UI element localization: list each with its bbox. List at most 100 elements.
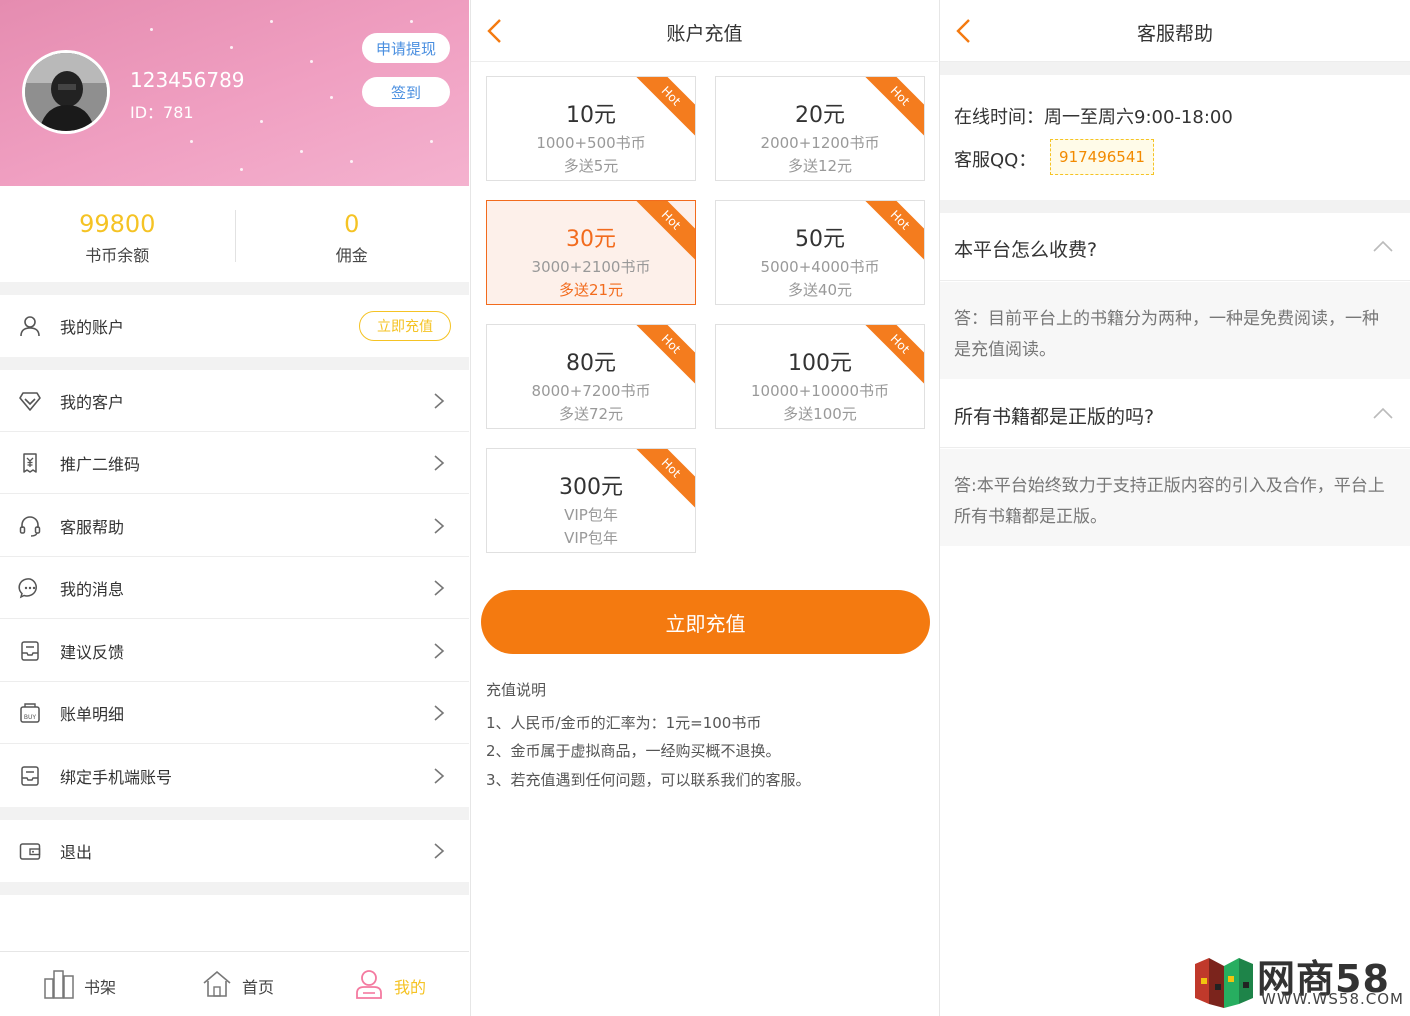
note-line: 1、人民币/金币的汇率为：1元=100书币	[486, 714, 762, 732]
withdraw-button[interactable]: 申请提现	[362, 33, 450, 63]
my-account-row[interactable]: 我的账户 立即充值	[0, 295, 469, 357]
balance-label: 书币余额	[85, 246, 150, 265]
recharge-card[interactable]: Hot 10元 1000+500书币 多送5元	[486, 76, 696, 181]
stat-divider	[235, 210, 236, 262]
user-outline-icon	[20, 316, 40, 337]
chevron-right-icon	[434, 454, 445, 471]
my-account-label: 我的账户	[60, 318, 125, 337]
home-icon	[203, 970, 231, 997]
card-coins: 10000+10000书币	[750, 382, 889, 400]
chevron-right-icon	[434, 843, 445, 859]
buy-receipt-icon: BUY	[20, 702, 40, 723]
online-time: 在线时间：周一至周六9:00-18:00	[954, 107, 1233, 128]
chevron-right-icon	[434, 642, 445, 659]
card-bonus: 多送12元	[787, 157, 853, 175]
notes-title: 充值说明	[486, 681, 547, 699]
avatar[interactable]	[22, 50, 110, 134]
menu-item-promo-qrcode[interactable]: 推广二维码	[0, 432, 469, 494]
chevron-right-icon	[434, 704, 445, 721]
menu-item-customer-service[interactable]: 客服帮助	[0, 495, 469, 557]
tab-label: 书架	[84, 978, 117, 997]
chevron-right-icon	[434, 517, 445, 534]
commission-stat[interactable]: 0 佣金	[235, 186, 470, 282]
recharge-submit-button[interactable]: 立即充值	[481, 590, 930, 654]
menu-item-bind-phone[interactable]: 绑定手机端账号	[0, 745, 469, 807]
bookshelf-icon	[44, 970, 74, 999]
faq-answer: 答:本平台始终致力于支持正版内容的引入及合作，平台上所有书籍都是正版。	[940, 449, 1410, 546]
faq-answer: 答：目前平台上的书籍分为两种，一种是免费阅读，一种是充值阅读。	[940, 282, 1410, 379]
chat-bubble-icon	[18, 577, 37, 598]
ws58-logo-mark	[1195, 958, 1253, 1008]
menu-item-my-messages[interactable]: 我的消息	[0, 557, 469, 619]
headset-icon	[19, 515, 41, 537]
ws58-logo: 网商58 WWW.WS58.COM	[1195, 950, 1403, 1010]
card-bonus: VIP包年	[564, 529, 618, 547]
menu-item-label: 账单明细	[60, 704, 125, 724]
faq-question[interactable]: 所有书籍都是正版的吗?	[940, 380, 1410, 448]
menu-item-my-customers[interactable]: 我的客户	[0, 370, 469, 432]
inbox-icon	[21, 640, 39, 661]
tab-home[interactable]: 首页	[156, 952, 312, 1016]
separator	[0, 882, 469, 895]
diamond-icon	[19, 391, 41, 411]
recharge-now-pill[interactable]: 立即充值	[359, 311, 451, 341]
card-bonus: 多送72元	[558, 405, 624, 423]
menu-item-label: 客服帮助	[60, 517, 125, 537]
recharge-card[interactable]: Hot 50元 5000+4000书币 多送40元	[715, 200, 925, 305]
commission-label: 佣金	[335, 246, 368, 265]
balance-value: 99800	[79, 210, 156, 238]
menu-item-label: 我的消息	[60, 579, 125, 599]
menu-item-billing[interactable]: BUY 账单明细	[0, 682, 469, 744]
recharge-card[interactable]: Hot 300元 VIP包年 VIP包年	[486, 448, 696, 553]
card-coins: 1000+500书币	[536, 134, 646, 152]
card-coins: 8000+7200书币	[531, 382, 651, 400]
bottom-tabbar: 书架 首页 我的	[0, 951, 469, 1016]
card-coins: VIP包年	[564, 506, 618, 524]
watermark-url: WWW.WS58.COM	[1261, 990, 1404, 1008]
tab-mine[interactable]: 我的	[312, 952, 468, 1016]
card-coins: 2000+1200书币	[760, 134, 880, 152]
logout-label: 退出	[60, 843, 93, 862]
svg-text:BUY: BUY	[24, 714, 37, 721]
username: 123456789	[130, 68, 245, 92]
recharge-card[interactable]: Hot 100元 10000+10000书币 多送100元	[715, 324, 925, 429]
chevron-right-icon	[434, 579, 445, 596]
note-line: 2、金币属于虚拟商品，一经购买概不退换。	[486, 742, 781, 760]
menu-item-label: 推广二维码	[60, 454, 141, 474]
faq-question-text: 本平台怎么收费?	[954, 239, 1098, 261]
card-coins: 3000+2100书币	[531, 258, 651, 276]
recharge-navbar: 账户充值	[471, 0, 938, 62]
card-bonus: 多送40元	[787, 281, 853, 299]
card-coins: 5000+4000书币	[760, 258, 880, 276]
page-title: 客服帮助	[1136, 23, 1213, 45]
inbox-icon	[21, 766, 39, 786]
faq-question[interactable]: 本平台怎么收费?	[940, 213, 1410, 281]
chevron-right-icon	[434, 392, 445, 409]
card-bonus: 多送21元	[558, 281, 624, 299]
profile-header: 123456789 ID：781 申请提现 签到	[0, 0, 469, 186]
menu-item-label: 建议反馈	[60, 642, 125, 662]
card-bonus: 多送5元	[563, 157, 619, 175]
menu-item-label: 我的客户	[60, 392, 125, 412]
chevron-up-icon	[1373, 240, 1393, 252]
recharge-card[interactable]: Hot 20元 2000+1200书币 多送12元	[715, 76, 925, 181]
separator	[0, 357, 469, 370]
recharge-card-selected[interactable]: Hot 30元 3000+2100书币 多送21元	[486, 200, 696, 305]
recharge-card[interactable]: Hot 80元 8000+7200书币 多送72元	[486, 324, 696, 429]
qq-label: 客服QQ：	[954, 150, 1037, 171]
menu-item-logout[interactable]: 退出	[0, 820, 469, 882]
tab-bookshelf[interactable]: 书架	[0, 952, 156, 1016]
recharge-panel: 账户充值 Hot 10元 1000+500书币 多送5元 Hot 20元 200…	[470, 0, 938, 1016]
chevron-right-icon	[434, 768, 445, 784]
separator	[0, 807, 469, 820]
page-title: 账户充值	[666, 23, 743, 45]
support-panel: 客服帮助 在线时间：周一至周六9:00-18:00 客服QQ： 91749654…	[939, 0, 1410, 1016]
avatar-photo	[25, 53, 107, 131]
user-icon	[356, 970, 382, 999]
qq-number[interactable]: 917496541	[1050, 139, 1154, 175]
support-navbar: 客服帮助	[940, 0, 1410, 62]
signin-button[interactable]: 签到	[362, 77, 450, 107]
menu-item-feedback[interactable]: 建议反馈	[0, 620, 469, 682]
balance-stat[interactable]: 99800 书币余额	[0, 186, 235, 282]
separator	[940, 62, 1410, 75]
